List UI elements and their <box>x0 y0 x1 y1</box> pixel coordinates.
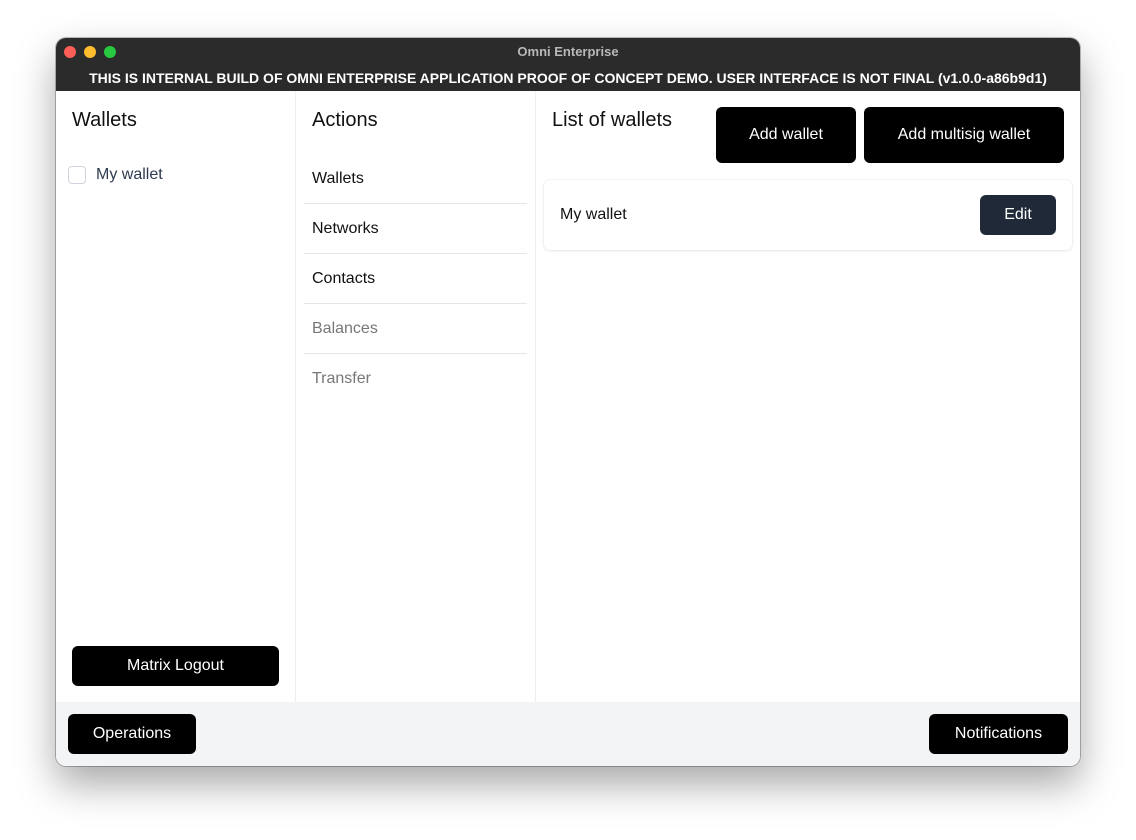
wallet-card-name: My wallet <box>560 206 627 223</box>
wallet-list-heading: List of wallets <box>552 109 673 131</box>
edit-wallet-button[interactable]: Edit <box>980 195 1056 235</box>
notifications-button[interactable]: Notifications <box>929 714 1068 754</box>
actions-heading: Actions <box>312 109 378 131</box>
wallet-checkbox-label: My wallet <box>96 166 163 183</box>
operations-button[interactable]: Operations <box>68 714 196 754</box>
wallet-list-panel: List of wallets Add wallet Add multisig … <box>536 91 1080 702</box>
footer-bar: Operations Notifications <box>56 702 1080 766</box>
actions-panel: Actions Wallets Networks Contacts Balanc… <box>296 91 536 702</box>
wallets-heading: Wallets <box>72 109 137 131</box>
internal-build-banner: THIS IS INTERNAL BUILD OF OMNI ENTERPRIS… <box>56 66 1080 91</box>
action-item-wallets[interactable]: Wallets <box>304 154 527 204</box>
wallet-checkbox[interactable] <box>68 166 86 184</box>
wallet-card: My wallet Edit <box>544 180 1072 250</box>
wallet-checkbox-item[interactable]: My wallet <box>68 165 163 185</box>
wallets-panel: Wallets My wallet Matrix Logout <box>56 91 296 702</box>
action-item-networks[interactable]: Networks <box>304 204 527 254</box>
matrix-logout-button[interactable]: Matrix Logout <box>72 646 279 686</box>
add-wallet-button[interactable]: Add wallet <box>716 107 856 163</box>
app-window: Omni Enterprise THIS IS INTERNAL BUILD O… <box>56 38 1080 766</box>
action-item-contacts[interactable]: Contacts <box>304 254 527 304</box>
title-bar: Omni Enterprise <box>56 38 1080 67</box>
window-title: Omni Enterprise <box>517 44 619 59</box>
add-multisig-wallet-button[interactable]: Add multisig wallet <box>864 107 1064 163</box>
action-item-transfer[interactable]: Transfer <box>304 354 527 403</box>
actions-list: Wallets Networks Contacts Balances Trans… <box>304 154 527 403</box>
action-item-balances[interactable]: Balances <box>304 304 527 354</box>
